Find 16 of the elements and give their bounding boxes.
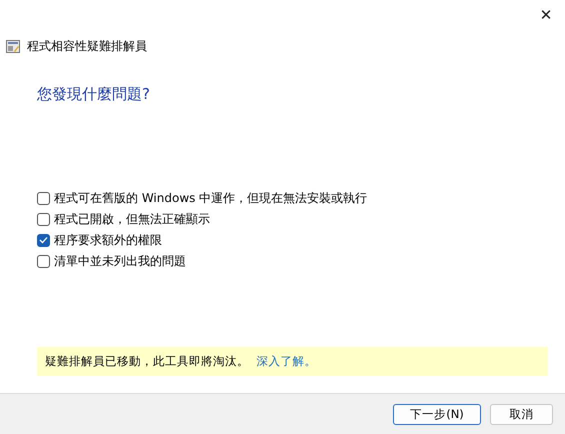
checkbox[interactable]: [37, 212, 50, 226]
question-heading: 您發現什麼問題?: [36, 84, 151, 104]
option-label: 程式已開啟，但無法正確顯示: [54, 210, 210, 228]
learn-more-link[interactable]: 深入了解。: [256, 354, 317, 368]
close-button[interactable]: ✕: [533, 4, 559, 26]
app-icon: [6, 40, 20, 53]
checkbox[interactable]: [37, 234, 50, 246]
next-button[interactable]: 下一步(N): [393, 404, 481, 424]
window-title: 程式相容性疑難排解員: [27, 38, 147, 55]
checkbox[interactable]: [37, 254, 50, 268]
cancel-button[interactable]: 取消: [490, 404, 553, 424]
option-label: 程序要求額外的權限: [54, 232, 162, 248]
option-label: 程式可在舊版的 Windows 中運作，但現在無法安裝或執行: [54, 190, 368, 206]
checkbox[interactable]: [37, 192, 50, 204]
notice-text: 疑難排解員已移動，此工具即將淘汰。 深入了解。: [45, 354, 317, 369]
option-label: 清單中並未列出我的問題: [54, 252, 186, 270]
